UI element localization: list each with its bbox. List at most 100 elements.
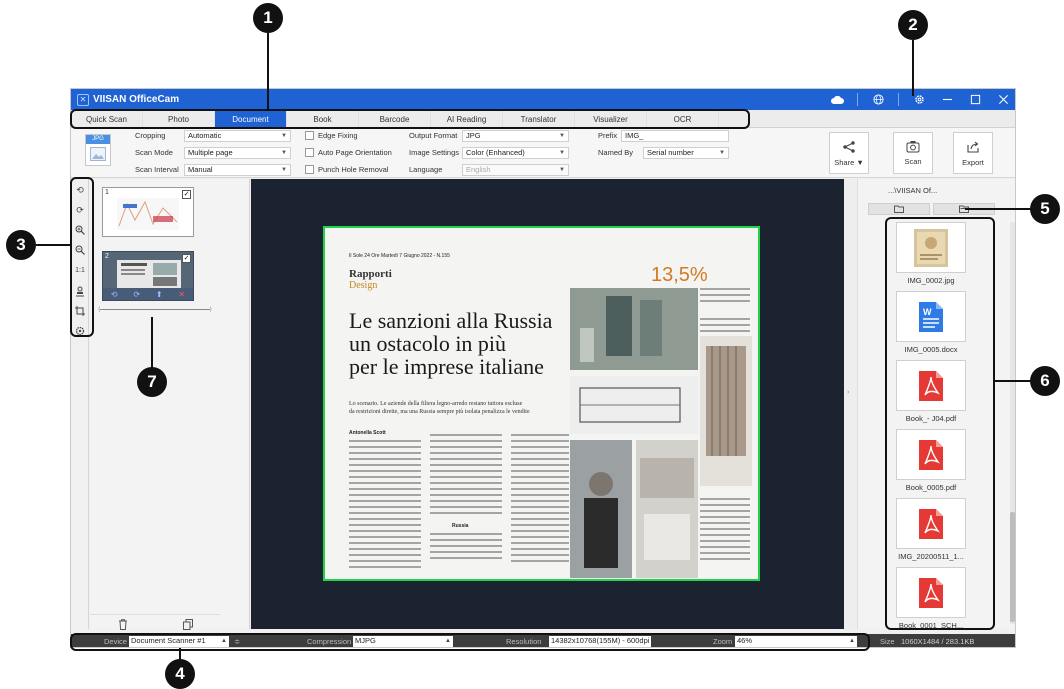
callout-1-leader (267, 33, 269, 111)
file-item[interactable]: IMG_0002.jpg (896, 222, 986, 285)
device-settings-icon[interactable]: ≑ (234, 637, 240, 646)
auto-page-orientation-checkbox[interactable] (305, 148, 314, 157)
file-item[interactable]: W IMG_0005.docx (896, 291, 986, 354)
document-subhead: Russia (452, 523, 469, 529)
file-name: IMG_0002.jpg (907, 276, 955, 285)
tab-quick-scan[interactable]: Quick Scan (71, 110, 143, 128)
auto-page-orientation-label: Auto Page Orientation (318, 148, 392, 157)
file-thumbnail (896, 222, 966, 273)
file-item[interactable]: Book_0001_SCH... (896, 567, 986, 630)
tab-translator[interactable]: Translator (503, 110, 575, 128)
thumbnail-page-1[interactable]: 1 ✓ (102, 187, 194, 237)
callout-2: 2 (898, 10, 928, 40)
zoom-out-icon[interactable] (74, 244, 86, 256)
settings-icon[interactable] (74, 325, 86, 337)
callout-6-leader (995, 380, 1031, 382)
tab-barcode[interactable]: Barcode (359, 110, 431, 128)
file-name: Book_- J04.pdf (905, 414, 957, 423)
file-item[interactable]: IMG_20200511_1... (896, 498, 986, 561)
thumbnail-rotate-right-icon[interactable]: ⟳ (133, 290, 140, 299)
scanned-document: Il Sole 24 Ore Martedì 7 Giugno 2022 - N… (323, 226, 760, 581)
tab-book[interactable]: Book (287, 110, 359, 128)
svg-text:W: W (923, 307, 932, 317)
close-icon[interactable] (995, 92, 1011, 108)
output-format-label: Output Format (409, 131, 458, 140)
edge-fixing-checkbox[interactable] (305, 131, 314, 140)
compression-select[interactable]: MJPG ▲ (353, 636, 453, 647)
image-settings-select[interactable]: Color (Enhanced) ▼ (462, 147, 569, 159)
device-select[interactable]: Document Scanner #1 ▲ (129, 636, 229, 647)
file-item[interactable]: Book_- J04.pdf (896, 360, 986, 423)
thumbnail-size-slider[interactable]: ⟨ ⟩ (98, 307, 212, 313)
prefix-input[interactable]: IMG_ (621, 130, 729, 142)
file-item[interactable]: Book_0005.pdf (896, 429, 986, 492)
cloud-icon[interactable] (829, 92, 845, 108)
thumbnail-checkbox[interactable]: ✓ (182, 254, 191, 263)
annotated-screenshot: 1 2 3 4 5 6 7 ✕ VIISAN OfficeCam Quick S… (0, 0, 1064, 689)
thumbnail-delete-icon[interactable]: ✕ (178, 290, 185, 299)
callout-2-leader (912, 40, 914, 96)
resolution-select[interactable]: 14382x10768(155M) - 600dpi (549, 636, 651, 647)
thumbnail-upload-icon[interactable]: ⬆ (156, 290, 163, 299)
rotate-left-icon[interactable]: ⟲ (74, 184, 86, 196)
document-screen-photo (700, 336, 752, 486)
tab-ai-reading[interactable]: AI Reading (431, 110, 503, 128)
punch-hole-removal-checkbox[interactable] (305, 165, 314, 174)
named-by-select[interactable]: Serial number ▼ (643, 147, 729, 159)
globe-icon[interactable] (870, 92, 886, 108)
edge-fixing-label: Edge Fixing (318, 131, 358, 140)
delete-thumbnail-button[interactable] (90, 615, 155, 634)
zoom-select[interactable]: 46% ▲ (735, 636, 857, 647)
share-button[interactable]: Share ▼ (829, 132, 869, 174)
file-name: IMG_0005.docx (904, 345, 958, 354)
title-separator (857, 93, 858, 106)
scrollbar-thumb[interactable] (1010, 512, 1015, 622)
tab-photo[interactable]: Photo (143, 110, 215, 128)
thumbnail-page-2[interactable]: 2 ✓ ⟲ ⟳ ⬆ ✕ (102, 251, 194, 301)
callout-3: 3 (6, 230, 36, 260)
tab-ocr[interactable]: OCR (647, 110, 719, 128)
chevron-right-icon: › (847, 389, 850, 396)
cropping-select[interactable]: Automatic ▼ (184, 130, 291, 142)
size-label: Size (880, 637, 895, 646)
share-label: Share ▼ (834, 157, 864, 167)
thumbnail-rotate-left-icon[interactable]: ⟲ (111, 290, 118, 299)
device-label: Device (104, 637, 127, 646)
thumbnail-checkbox[interactable]: ✓ (182, 190, 191, 199)
app-window: ✕ VIISAN OfficeCam Quick Scan Photo Docu… (70, 88, 1016, 648)
scan-mode-select[interactable]: Multiple page ▼ (184, 147, 291, 159)
output-format-select[interactable]: JPG ▼ (462, 130, 569, 142)
document-lead: Lo scenario. Le aziende della filiera le… (349, 401, 523, 407)
document-lead-2: da restrizioni dirette, ma una Russia se… (349, 409, 530, 415)
language-select[interactable]: English ▼ (462, 164, 569, 176)
file-list-scrollbar[interactable] (1010, 222, 1015, 624)
export-button[interactable]: Export (953, 132, 993, 174)
zoom-in-icon[interactable] (74, 224, 86, 236)
trash-icon (118, 619, 127, 630)
scan-interval-select[interactable]: Manual ▼ (184, 164, 291, 176)
crop-icon[interactable] (74, 305, 86, 317)
image-file-icon (914, 228, 948, 267)
tab-visualizer[interactable]: Visualizer (575, 110, 647, 128)
thumbnail-actions: ⟲ ⟳ ⬆ ✕ (103, 288, 193, 300)
tab-document[interactable]: Document (215, 110, 287, 128)
rotate-right-icon[interactable]: ⟳ (74, 204, 86, 216)
title-separator (898, 93, 899, 106)
scan-preview[interactable]: Il Sole 24 Ore Martedì 7 Giugno 2022 - N… (251, 179, 844, 629)
stamp-icon[interactable] (74, 285, 86, 297)
file-panel: ...\VIISAN Of... IMG_0002.jpg W IMG_0005… (858, 179, 1015, 630)
settings-ribbon: JPG Cropping Automatic ▼ Scan Mode Multip… (71, 128, 1015, 178)
open-folder-button[interactable] (868, 203, 930, 215)
actual-size-icon[interactable]: 1:1 (74, 264, 86, 276)
punch-hole-removal-label: Punch Hole Removal (318, 165, 389, 174)
maximize-icon[interactable] (967, 92, 983, 108)
callout-1: 1 (253, 3, 283, 33)
file-name: IMG_20200511_1... (898, 552, 964, 561)
panel-collapse-handle[interactable]: › (844, 179, 858, 629)
scan-button[interactable]: Scan (893, 132, 933, 174)
document-masthead: Il Sole 24 Ore Martedì 7 Giugno 2022 - N… (349, 253, 450, 259)
minimize-icon[interactable] (939, 92, 955, 108)
folder-icon (894, 205, 904, 213)
copy-thumbnail-button[interactable] (155, 615, 220, 634)
cropping-label: Cropping (135, 131, 166, 140)
